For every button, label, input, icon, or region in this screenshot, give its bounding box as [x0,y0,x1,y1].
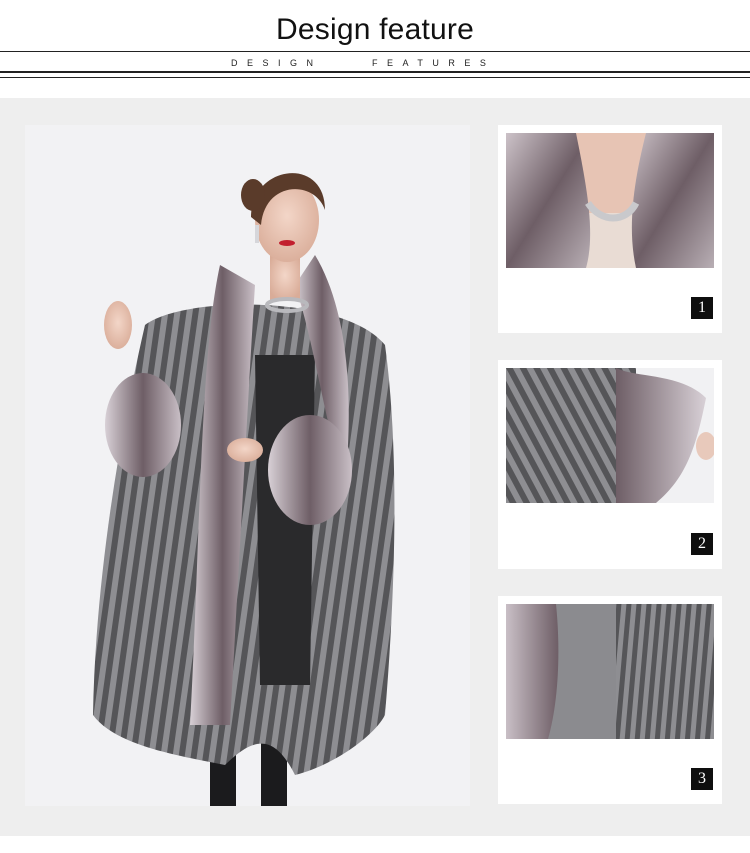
section-subtitle-left: DESIGN [231,58,323,68]
header-rule-top [0,51,750,52]
main-product-photo [25,125,470,806]
collar-detail-photo [506,133,714,268]
hem-detail-photo [506,604,714,739]
section-subtitle-right: FEATURES [372,58,496,68]
detail-card-3: 3 [498,596,722,804]
detail-card-1: 1 [498,125,722,333]
detail-number-badge: 2 [691,533,713,555]
header-rule-bottom [0,77,750,78]
section-title: Design feature [276,13,474,46]
detail-number-badge: 1 [691,297,713,319]
header-rule-middle [0,71,750,73]
detail-card-2: 2 [498,360,722,569]
section-header: Design feature DESIGN FEATURES [0,0,750,98]
detail-number-badge: 3 [691,768,713,790]
page-footer [0,836,750,853]
sleeve-cuff-detail-photo [506,368,714,503]
